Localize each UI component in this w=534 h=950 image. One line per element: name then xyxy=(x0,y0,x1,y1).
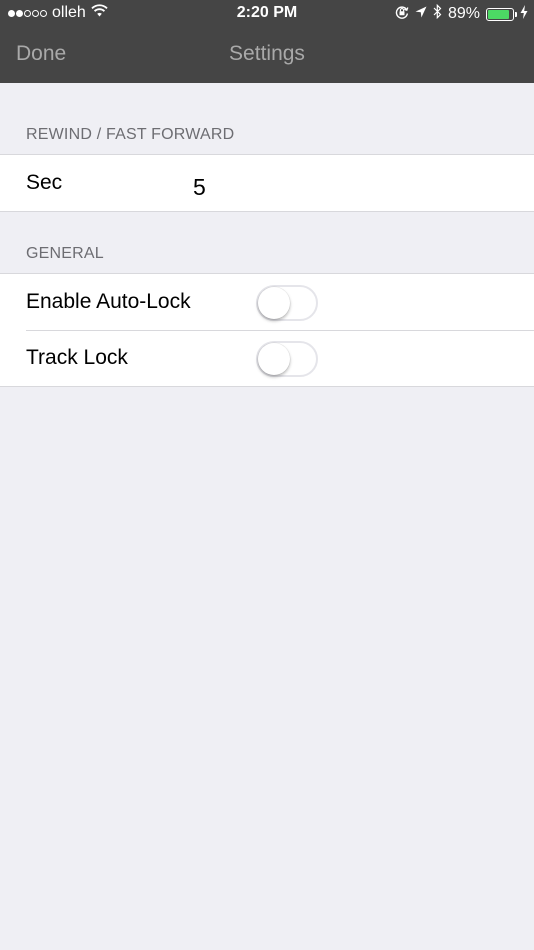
status-bar: olleh 2:20 PM 89% xyxy=(0,0,534,28)
section-header-general: GENERAL xyxy=(26,245,104,262)
battery-percent: 89% xyxy=(447,5,480,22)
navigation-bar: olleh 2:20 PM 89% Done Settings xyxy=(0,0,534,83)
location-arrow-icon xyxy=(415,5,427,23)
auto-lock-toggle[interactable] xyxy=(256,285,318,321)
auto-lock-label: Enable Auto-Lock xyxy=(26,290,191,313)
sec-row[interactable]: Sec 5 xyxy=(0,155,534,211)
general-group: Enable Auto-Lock Track Lock xyxy=(0,273,534,387)
status-right: 89% xyxy=(395,3,528,24)
rewind-group: Sec 5 xyxy=(0,154,534,212)
auto-lock-row: Enable Auto-Lock xyxy=(0,274,534,330)
track-lock-toggle[interactable] xyxy=(256,341,318,377)
section-header-rewind: REWIND / FAST FORWARD xyxy=(26,126,235,143)
sec-value[interactable]: 5 xyxy=(193,174,206,201)
battery-icon xyxy=(486,7,517,21)
bluetooth-icon xyxy=(433,3,442,24)
charging-bolt-icon xyxy=(520,4,528,24)
sec-label: Sec xyxy=(26,171,63,194)
battery-fill xyxy=(488,9,510,19)
rotation-lock-icon xyxy=(395,5,409,24)
page-title: Settings xyxy=(229,42,305,65)
track-lock-label: Track Lock xyxy=(26,346,128,369)
toggle-knob xyxy=(258,287,290,319)
track-lock-row: Track Lock xyxy=(0,330,534,386)
toggle-knob xyxy=(258,343,290,375)
